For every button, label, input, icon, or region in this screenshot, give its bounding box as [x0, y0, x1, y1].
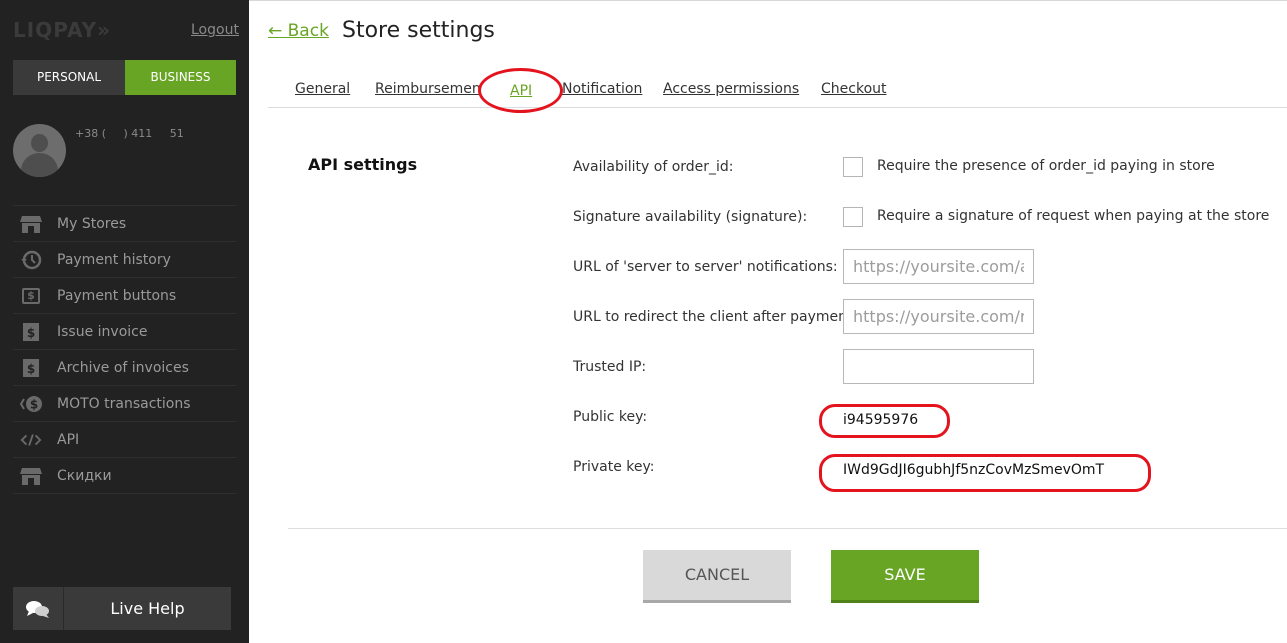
form-divider	[288, 528, 1287, 529]
tab-notification[interactable]: Notification	[562, 81, 642, 97]
sidebar-item-label: MOTO transactions	[57, 395, 191, 412]
discount-store-icon	[20, 465, 42, 487]
user-phone: +38 ( ) 411 51	[75, 127, 184, 140]
sidebar-item-archive-of-invoices[interactable]: $ Archive of invoices	[13, 349, 236, 385]
tab-access-permissions[interactable]: Access permissions	[663, 81, 799, 97]
sidebar-item-payment-history[interactable]: Payment history	[13, 241, 236, 277]
sidebar-item-issue-invoice[interactable]: $ Issue invoice	[13, 313, 236, 349]
cancel-button[interactable]: CANCEL	[643, 550, 791, 603]
order-id-label: Availability of order_id:	[573, 159, 734, 175]
liqpay-logo: LIQPAY»	[13, 18, 111, 42]
save-button[interactable]: SAVE	[831, 550, 979, 603]
settings-tabs: General Reimbursemen API Notification Ac…	[268, 79, 1287, 108]
sidebar-item-label: Payment history	[57, 251, 171, 268]
order-id-checkbox-text[interactable]: Require the presence of order_id paying …	[877, 158, 1215, 174]
sidebar-item-label: API	[57, 431, 80, 448]
svg-text:$: $	[30, 397, 38, 411]
chat-bubbles-icon	[13, 587, 64, 630]
redirect-url-label: URL to redirect the client after payment…	[573, 309, 858, 325]
logo-text: LIQPAY	[13, 18, 98, 42]
personal-mode-button[interactable]: PERSONAL	[13, 60, 125, 95]
moto-icon: $	[20, 393, 42, 415]
logout-link[interactable]: Logout	[191, 22, 239, 38]
live-help-button[interactable]: Live Help	[13, 587, 231, 630]
svg-text:$: $	[27, 326, 35, 340]
server-url-input[interactable]	[843, 249, 1034, 284]
redirect-url-input[interactable]	[843, 299, 1034, 334]
trusted-ip-input[interactable]	[843, 349, 1034, 384]
sidebar-item-label: Скидки	[57, 467, 112, 484]
sidebar-menu: My Stores Payment history $ Payment butt…	[13, 205, 236, 494]
sidebar-item-label: Issue invoice	[57, 323, 148, 340]
server-url-label: URL of 'server to server' notifications:	[573, 259, 838, 275]
sidebar-item-label: Payment buttons	[57, 287, 177, 304]
signature-checkbox-text[interactable]: Require a signature of request when payi…	[877, 208, 1269, 224]
code-icon	[20, 429, 42, 451]
api-tab-highlight-circle	[478, 68, 563, 113]
trusted-ip-label: Trusted IP:	[573, 359, 647, 375]
private-key-highlight-oval	[819, 454, 1151, 492]
api-settings-title: API settings	[308, 155, 418, 174]
tab-reimbursement[interactable]: Reimbursemen	[375, 81, 481, 97]
business-mode-button[interactable]: BUSINESS	[125, 60, 236, 95]
live-help-label: Live Help	[110, 599, 185, 618]
public-key-label: Public key:	[573, 409, 648, 425]
signature-checkbox[interactable]	[843, 207, 863, 227]
tab-checkout[interactable]: Checkout	[821, 81, 887, 97]
tab-general[interactable]: General	[295, 81, 350, 97]
sidebar-item-moto-transactions[interactable]: $ MOTO transactions	[13, 385, 236, 421]
invoice-icon: $	[20, 321, 42, 343]
public-key-highlight-oval	[819, 404, 950, 438]
avatar-shoulders	[21, 153, 58, 177]
sidebar-item-api[interactable]: API	[13, 421, 236, 457]
sidebar-item-discounts[interactable]: Скидки	[13, 457, 236, 494]
dollar-icon: $	[20, 285, 42, 307]
avatar-head	[31, 134, 48, 152]
account-mode-switch: PERSONAL BUSINESS	[13, 60, 236, 95]
sidebar-item-label: My Stores	[57, 215, 127, 232]
back-link[interactable]: ← Back	[268, 21, 329, 41]
sidebar-item-label: Archive of invoices	[57, 359, 189, 376]
svg-text:$: $	[27, 362, 35, 376]
sidebar-item-my-stores[interactable]: My Stores	[13, 205, 236, 241]
sidebar-item-payment-buttons[interactable]: $ Payment buttons	[13, 277, 236, 313]
top-divider	[249, 0, 1287, 1]
sidebar: LIQPAY» Logout PERSONAL BUSINESS +38 ( )…	[0, 0, 249, 643]
signature-label: Signature availability (signature):	[573, 209, 808, 225]
avatar[interactable]	[13, 124, 66, 177]
history-icon	[20, 249, 42, 271]
page-title: Store settings	[342, 18, 495, 43]
order-id-checkbox[interactable]	[843, 157, 863, 177]
archive-icon: $	[20, 357, 42, 379]
private-key-label: Private key:	[573, 459, 655, 475]
store-icon	[20, 213, 42, 235]
logo-arrows-icon: »	[97, 18, 111, 42]
